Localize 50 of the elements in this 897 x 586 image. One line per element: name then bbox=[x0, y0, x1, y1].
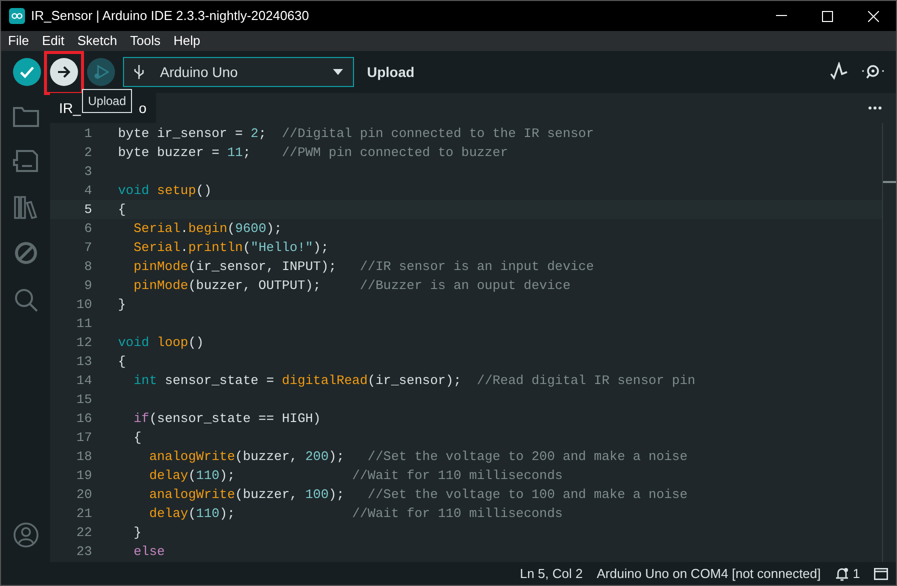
window-title: IR_Sensor | Arduino IDE 2.3.3-nightly-20240630 bbox=[31, 7, 309, 26]
line-number: 12 bbox=[75, 334, 92, 352]
line-number: 15 bbox=[75, 390, 92, 409]
code-line: delay(110); //Wait for 110 milliseconds bbox=[148, 466, 563, 485]
line-number: 20 bbox=[75, 486, 92, 504]
tab-label: o bbox=[138, 98, 147, 118]
line-number: 13 bbox=[75, 352, 92, 371]
line-number: 23 bbox=[75, 542, 92, 561]
code-line: } bbox=[118, 296, 126, 314]
line-number: 18 bbox=[75, 448, 92, 466]
code-line: { bbox=[118, 352, 126, 371]
code-line: Serial.begin(9600); bbox=[132, 220, 282, 238]
line-number: 8 bbox=[83, 258, 92, 276]
line-number: 16 bbox=[75, 410, 92, 428]
code-line: { bbox=[118, 200, 126, 219]
line-number: 9 bbox=[83, 276, 92, 295]
code-line: byte ir_sensor = 2; //Digital pin connected to the IR sensor bbox=[118, 124, 594, 143]
code-line: Serial.println("Hello!"); bbox=[132, 238, 329, 257]
code-line: delay(110); //Wait for 110 milliseconds bbox=[148, 504, 563, 523]
line-number: 21 bbox=[75, 504, 92, 523]
line-number: 7 bbox=[83, 238, 92, 257]
cursor-position: Ln 5, Col 2 bbox=[520, 564, 583, 583]
line-number: 11 bbox=[75, 314, 92, 333]
code-line: } bbox=[132, 524, 142, 542]
line-number: 19 bbox=[75, 466, 92, 485]
line-number: 2 bbox=[83, 144, 92, 162]
code-line: void setup() bbox=[118, 182, 212, 200]
code-line: pinMode(buzzer, OUTPUT); //Buzzer is an ouput device bbox=[132, 276, 570, 295]
code-line: analogWrite(buzzer, 200); //Set the voltage to 200 and make a noise bbox=[148, 448, 688, 466]
code-line: analogWrite(buzzer, 100); //Set the voltage to 100 and make a noise bbox=[148, 486, 688, 504]
code-line: pinMode(ir_sensor, INPUT); //IR sensor is an input device bbox=[132, 258, 594, 276]
line-number: 3 bbox=[83, 162, 92, 181]
tooltip: Upload bbox=[82, 89, 132, 113]
line-number: 10 bbox=[75, 296, 92, 314]
line-number: 5 bbox=[83, 200, 92, 219]
line-number: 17 bbox=[75, 428, 92, 447]
code-line: void loop() bbox=[118, 334, 204, 352]
line-number: 22 bbox=[75, 524, 92, 542]
code-line: int sensor_state = digitalRead(ir_sensor); //Read digital IR sensor pin bbox=[132, 372, 696, 390]
line-number: 14 bbox=[75, 372, 92, 390]
code-line: byte buzzer = 11; //PWM pin connected to buzzer bbox=[118, 144, 508, 162]
line-number: 4 bbox=[83, 182, 92, 200]
board-status: Arduino Uno on COM4 [not connected] bbox=[596, 564, 821, 583]
action-label: Upload bbox=[367, 62, 414, 82]
tab-label: IR_ bbox=[59, 98, 81, 118]
code-line: else bbox=[132, 542, 165, 561]
line-number: 6 bbox=[83, 220, 92, 238]
code-line: if(sensor_state == HIGH) bbox=[132, 410, 321, 428]
line-number: 1 bbox=[83, 124, 92, 143]
code-line: { bbox=[132, 428, 142, 447]
